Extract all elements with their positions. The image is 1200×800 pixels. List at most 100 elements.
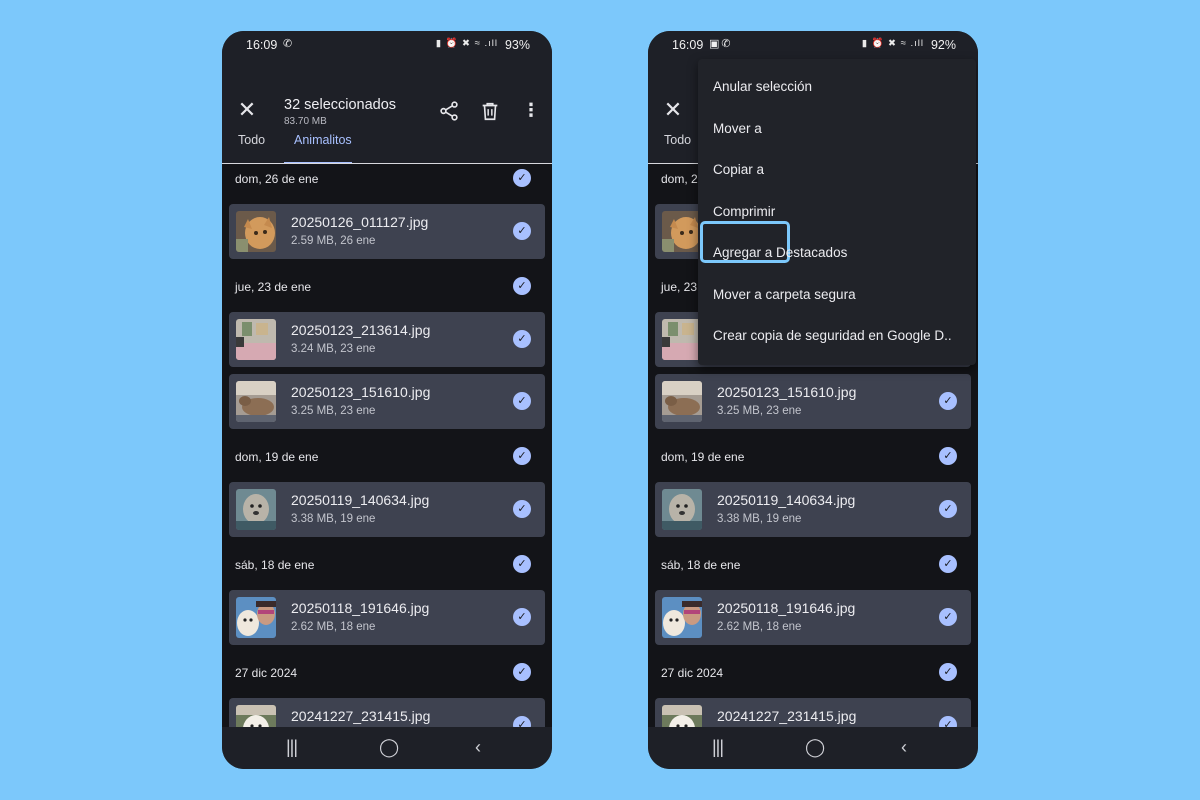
check-circle-icon[interactable]: ✓ bbox=[513, 447, 531, 465]
check-circle-icon[interactable]: ✓ bbox=[513, 663, 531, 681]
date-header[interactable]: sáb, 18 de ene ✓ bbox=[222, 550, 552, 580]
close-icon[interactable]: ✕ bbox=[660, 97, 686, 123]
home-icon[interactable]: ◯ bbox=[805, 737, 825, 758]
file-name: 20250123_151610.jpg bbox=[291, 384, 431, 400]
close-icon[interactable]: ✕ bbox=[234, 97, 260, 123]
file-name: 20250118_191646.jpg bbox=[291, 600, 430, 616]
recent-apps-icon[interactable]: ||| bbox=[286, 737, 298, 758]
status-bar: 16:09 ✆ ▮ ⏰ ✖ ≈ .ıll 93% bbox=[222, 31, 552, 59]
trash-icon[interactable] bbox=[479, 100, 501, 122]
menu-item[interactable]: Comprimir bbox=[713, 204, 775, 219]
tab-todo[interactable]: Todo bbox=[238, 133, 265, 147]
menu-item[interactable]: Anular selección bbox=[713, 79, 812, 94]
menu-item[interactable]: Crear copia de seguridad en Google D.. bbox=[713, 328, 952, 343]
selection-size: 83.70 MB bbox=[284, 116, 327, 127]
check-circle-icon[interactable]: ✓ bbox=[513, 169, 531, 187]
menu-item[interactable]: Agregar a Destacados bbox=[713, 245, 847, 260]
date-header[interactable]: 27 dic 2024 ✓ bbox=[222, 658, 552, 688]
home-icon[interactable]: ◯ bbox=[379, 737, 399, 758]
date-label: dom, 19 de ene bbox=[661, 450, 745, 464]
file-row[interactable]: 20250123_151610.jpg 3.25 MB, 23 ene ✓ bbox=[655, 374, 971, 429]
check-circle-icon[interactable]: ✓ bbox=[939, 500, 957, 518]
thumbnail-image bbox=[236, 319, 276, 360]
check-circle-icon[interactable]: ✓ bbox=[513, 608, 531, 626]
thumbnail-image bbox=[236, 489, 276, 530]
check-circle-icon[interactable]: ✓ bbox=[939, 447, 957, 465]
whatsapp-icon: ✆ bbox=[283, 38, 295, 50]
file-row[interactable]: 20250119_140634.jpg 3.38 MB, 19 ene ✓ bbox=[229, 482, 545, 537]
file-meta: 3.38 MB, 19 ene bbox=[291, 513, 376, 525]
check-circle-icon[interactable]: ✓ bbox=[513, 277, 531, 295]
date-header[interactable]: sáb, 18 de ene ✓ bbox=[648, 550, 978, 580]
status-icons: ▮ ⏰ ✖ ≈ .ıll bbox=[861, 38, 924, 49]
file-row[interactable]: 20250118_191646.jpg 2.62 MB, 18 ene ✓ bbox=[655, 590, 971, 645]
thumbnail-image bbox=[662, 381, 702, 422]
date-label: sáb, 18 de ene bbox=[235, 558, 315, 572]
check-circle-icon[interactable]: ✓ bbox=[939, 663, 957, 681]
file-row[interactable]: 20250123_213614.jpg 3.24 MB, 23 ene ✓ bbox=[229, 312, 545, 367]
file-name: 20250118_191646.jpg bbox=[717, 600, 856, 616]
selection-title-block: 32 seleccionados 83.70 MB bbox=[284, 97, 396, 127]
file-row[interactable]: 20250119_140634.jpg 3.38 MB, 19 ene ✓ bbox=[655, 482, 971, 537]
check-circle-icon[interactable]: ✓ bbox=[513, 392, 531, 410]
date-header[interactable]: dom, 26 de ene ✓ bbox=[222, 164, 552, 194]
file-row[interactable]: 20241227_231415.jpg2.12 MB, 27 dic 2024✓ bbox=[229, 698, 545, 727]
date-label: 27 dic 2024 bbox=[661, 666, 724, 680]
share-icon[interactable] bbox=[438, 100, 460, 122]
tab-animalitos[interactable]: Animalitos bbox=[294, 133, 352, 147]
file-row[interactable]: 20241227_231415.jpg2.12 MB, 27 dic 2024✓ bbox=[655, 698, 971, 727]
nav-bar: ||| ◯ ‹ bbox=[222, 727, 552, 769]
check-circle-icon[interactable]: ✓ bbox=[513, 716, 531, 727]
back-icon[interactable]: ‹ bbox=[475, 737, 481, 758]
recent-apps-icon[interactable]: ||| bbox=[712, 737, 724, 758]
check-circle-icon[interactable]: ✓ bbox=[939, 716, 957, 727]
date-label: jue, 23 de ene bbox=[235, 280, 312, 294]
check-circle-icon[interactable]: ✓ bbox=[939, 392, 957, 410]
date-header[interactable]: dom, 19 de ene ✓ bbox=[222, 442, 552, 472]
file-list: dom, 26 de ene ✓ 20250126_011127.jpg 2.59 M… bbox=[222, 164, 552, 727]
file-name: 20241227_231415.jpg bbox=[291, 708, 431, 724]
check-circle-icon[interactable]: ✓ bbox=[513, 500, 531, 518]
file-meta: 3.25 MB, 23 ene bbox=[717, 405, 802, 417]
check-circle-icon[interactable]: ✓ bbox=[513, 330, 531, 348]
nav-bar: ||| ◯ ‹ bbox=[648, 727, 978, 769]
file-meta: 3.38 MB, 19 ene bbox=[717, 513, 802, 525]
file-row[interactable]: 20250123_151610.jpg 3.25 MB, 23 ene ✓ bbox=[229, 374, 545, 429]
thumbnail-image bbox=[662, 319, 702, 360]
date-label: sáb, 18 de ene bbox=[661, 558, 741, 572]
date-label: dom, 26 de ene bbox=[235, 172, 319, 186]
tab-todo[interactable]: Todo bbox=[664, 133, 691, 147]
status-bar: 16:09 ▣✆ ▮ ⏰ ✖ ≈ .ıll 92% bbox=[648, 31, 978, 59]
file-meta: 2.62 MB, 18 ene bbox=[717, 621, 802, 633]
status-time: 16:09 bbox=[672, 38, 704, 52]
battery-level: 93% bbox=[504, 38, 530, 52]
menu-item[interactable]: Mover a bbox=[713, 121, 762, 136]
gallery-whatsapp-icons: ▣✆ bbox=[709, 38, 733, 50]
thumbnail-image bbox=[236, 211, 276, 252]
thumbnail-image bbox=[236, 381, 276, 422]
thumbnail-image bbox=[662, 489, 702, 530]
file-meta: 3.24 MB, 23 ene bbox=[291, 343, 376, 355]
file-name: 20250123_213614.jpg bbox=[291, 322, 431, 338]
file-meta: 3.25 MB, 23 ene bbox=[291, 405, 376, 417]
more-vert-icon[interactable]: ⋮ bbox=[520, 100, 542, 122]
date-header[interactable]: 27 dic 2024 ✓ bbox=[648, 658, 978, 688]
file-row[interactable]: 20250118_191646.jpg 2.62 MB, 18 ene ✓ bbox=[229, 590, 545, 645]
thumbnail-image bbox=[662, 705, 702, 727]
check-circle-icon[interactable]: ✓ bbox=[513, 222, 531, 240]
menu-item[interactable]: Copiar a bbox=[713, 162, 764, 177]
file-row[interactable]: 20250126_011127.jpg 2.59 MB, 26 ene ✓ bbox=[229, 204, 545, 259]
back-icon[interactable]: ‹ bbox=[901, 737, 907, 758]
status-icons: ▮ ⏰ ✖ ≈ .ıll bbox=[435, 38, 498, 49]
file-name: 20250119_140634.jpg bbox=[291, 492, 430, 508]
phone-right: 16:09 ▣✆ ▮ ⏰ ✖ ≈ .ıll 92% ✕ Todo dom, 26… bbox=[648, 31, 978, 769]
check-circle-icon[interactable]: ✓ bbox=[513, 555, 531, 573]
menu-item[interactable]: Mover a carpeta segura bbox=[713, 287, 856, 302]
thumbnail-image bbox=[662, 211, 702, 252]
selection-title: 32 seleccionados bbox=[284, 97, 397, 113]
thumbnail-image bbox=[236, 705, 276, 727]
date-header[interactable]: jue, 23 de ene ✓ bbox=[222, 272, 552, 302]
date-header[interactable]: dom, 19 de ene ✓ bbox=[648, 442, 978, 472]
check-circle-icon[interactable]: ✓ bbox=[939, 608, 957, 626]
check-circle-icon[interactable]: ✓ bbox=[939, 555, 957, 573]
